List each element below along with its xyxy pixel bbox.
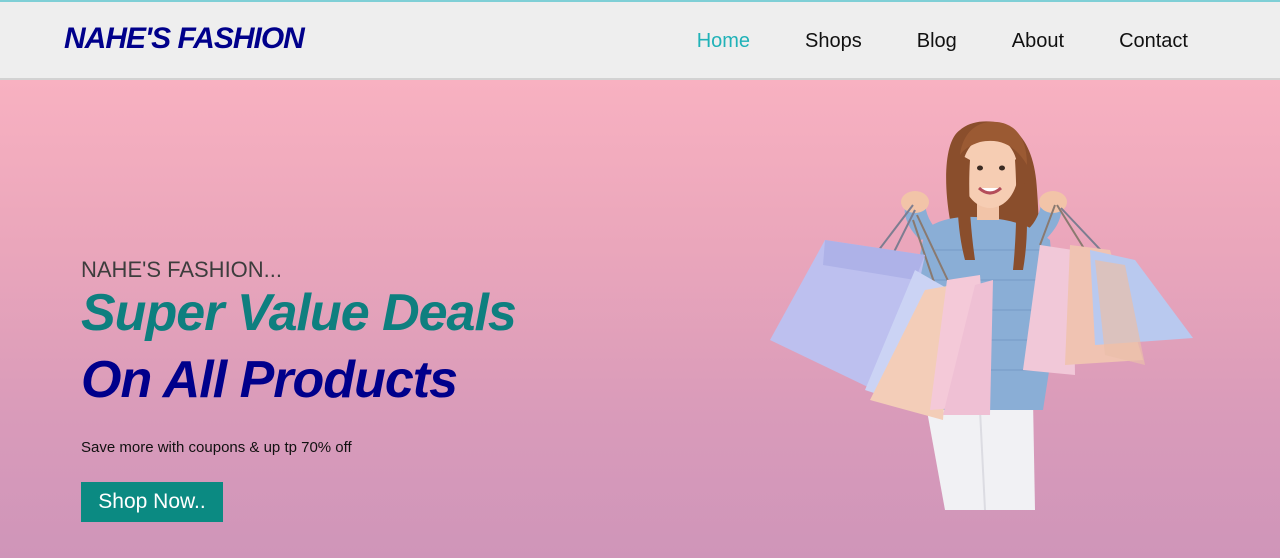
nav-home-link[interactable]: Home bbox=[697, 30, 750, 53]
nav-about-link[interactable]: About bbox=[1012, 30, 1064, 53]
shop-now-button[interactable]: Shop Now.. bbox=[81, 482, 223, 522]
hero-subtext: Save more with coupons & up tp 70% off bbox=[81, 439, 352, 456]
hero-eyebrow: NAHE'S FASHION... bbox=[81, 257, 283, 282]
hero-headline-line1: Super Value Deals bbox=[81, 284, 517, 342]
nav-contact-link[interactable]: Contact bbox=[1119, 30, 1188, 53]
nav-menu: Home Shops Blog About Contact bbox=[697, 30, 1188, 53]
nav-shops-link[interactable]: Shops bbox=[805, 30, 862, 53]
woman-with-shopping-bags-icon bbox=[770, 121, 1193, 510]
nav-blog-link[interactable]: Blog bbox=[917, 30, 957, 53]
navbar: NAHE'S FASHION Home Shops Blog About Con… bbox=[0, 2, 1280, 80]
hero-headline-line2: On All Products bbox=[81, 351, 458, 409]
brand-logo[interactable]: NAHE'S FASHION bbox=[64, 22, 305, 56]
hero-banner: NAHE'S FASHION... Super Value Deals On A… bbox=[0, 80, 1280, 558]
page: NAHE'S FASHION Home Shops Blog About Con… bbox=[0, 0, 1280, 558]
